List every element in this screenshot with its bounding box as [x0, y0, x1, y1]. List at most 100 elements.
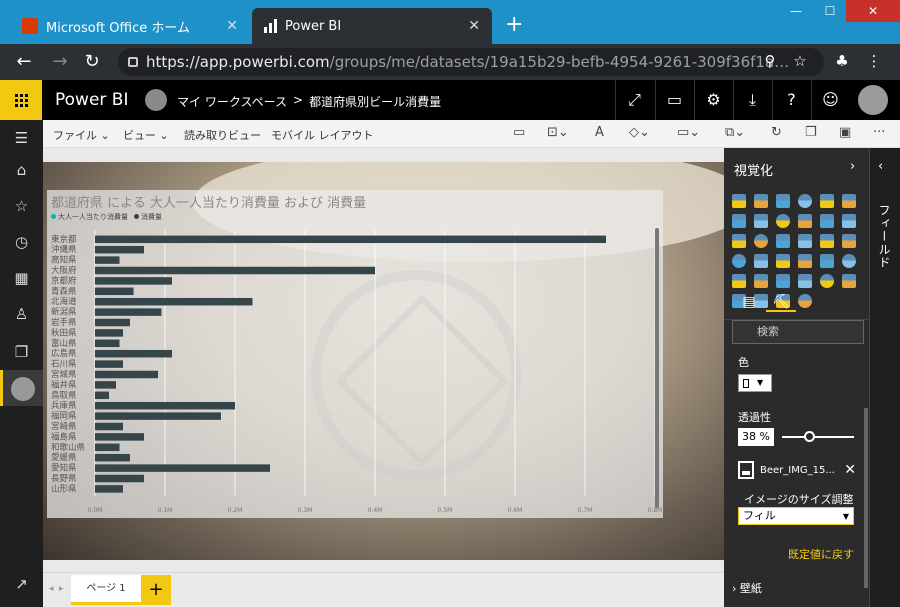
bar[interactable]	[95, 308, 162, 316]
visual-type-icon[interactable]	[732, 214, 746, 228]
bar[interactable]	[95, 412, 221, 420]
download-icon[interactable]: ⤓	[733, 80, 771, 120]
tab-close-icon[interactable]: ✕	[226, 18, 238, 34]
bar[interactable]	[95, 287, 134, 296]
comment-icon[interactable]: ▭	[655, 80, 693, 120]
extension-icon[interactable]: ♣	[832, 52, 852, 70]
bar[interactable]	[95, 277, 172, 285]
button-icon[interactable]: ▭⌄	[677, 125, 700, 140]
transparency-input[interactable]: 38 %	[738, 428, 774, 446]
nav-workspaces-icon[interactable]: ❐	[0, 334, 43, 370]
reading-view-button[interactable]: 読み取りビュー	[184, 127, 261, 143]
visual-type-icon[interactable]	[798, 274, 812, 288]
file-menu[interactable]: ファイル ⌄	[53, 127, 110, 143]
bar[interactable]	[95, 370, 158, 379]
collapse-pane-icon[interactable]: ›	[850, 159, 855, 174]
page-tab-1[interactable]: ページ 1	[71, 575, 141, 605]
close-window-button[interactable]: ✕	[846, 0, 900, 22]
bar[interactable]	[95, 433, 144, 441]
reload-button[interactable]: ↻	[80, 50, 104, 74]
visual-type-icon[interactable]	[842, 234, 856, 248]
remove-image-icon[interactable]: ✕	[844, 462, 856, 478]
bar[interactable]	[95, 381, 116, 389]
visual-type-icon[interactable]	[732, 194, 746, 208]
transparency-slider-handle[interactable]	[803, 431, 815, 442]
forward-button[interactable]: →	[48, 50, 72, 74]
bar[interactable]	[95, 422, 123, 431]
visual-type-icon[interactable]	[842, 194, 856, 208]
bar[interactable]	[95, 401, 235, 410]
visual-type-icon[interactable]	[798, 194, 812, 208]
nav-expand-icon[interactable]: ↗	[0, 566, 43, 602]
settings-gear-icon[interactable]: ⚙	[694, 80, 732, 120]
tab-office-home[interactable]: Microsoft Office ホーム ✕	[10, 8, 250, 44]
reset-default-link[interactable]: 既定値に戻す	[788, 546, 854, 562]
chart-scrollbar[interactable]	[655, 228, 659, 508]
feedback-smiley-icon[interactable]: ☺	[811, 80, 849, 120]
textbox-icon[interactable]: A	[595, 125, 604, 140]
brand-title[interactable]: Power BI	[55, 90, 128, 110]
minimize-button[interactable]: —	[778, 0, 814, 22]
visual-type-icon[interactable]	[754, 234, 768, 248]
visual-type-icon[interactable]	[776, 194, 790, 208]
bar[interactable]	[95, 256, 120, 264]
format-search-input[interactable]: 検索	[732, 320, 864, 344]
visual-type-icon[interactable]	[776, 254, 790, 268]
bar[interactable]	[95, 485, 123, 493]
user-avatar[interactable]	[858, 85, 888, 115]
bar[interactable]	[95, 453, 130, 462]
chrome-menu-icon[interactable]: ⋮	[864, 52, 884, 70]
expand-pane-icon[interactable]: ‹	[878, 159, 883, 174]
save-icon[interactable]: ▣	[839, 125, 851, 140]
bar[interactable]	[95, 245, 144, 254]
bar[interactable]	[95, 318, 130, 327]
nav-favorites-icon[interactable]: ☆	[0, 188, 43, 224]
more-options-icon[interactable]: ···	[873, 125, 885, 140]
wallpaper-section[interactable]: › 壁紙	[732, 580, 762, 596]
bar[interactable]	[95, 474, 144, 483]
bar[interactable]	[95, 329, 123, 337]
bar[interactable]	[95, 235, 606, 244]
visual-type-icon[interactable]	[842, 254, 856, 268]
visual-type-icon[interactable]	[732, 254, 746, 268]
bar[interactable]	[95, 360, 123, 368]
bar[interactable]	[95, 266, 375, 275]
tab-power-bi[interactable]: Power BI ✕	[252, 8, 492, 44]
fields-pane-collapsed[interactable]: ‹ フィールド	[869, 148, 900, 607]
help-icon[interactable]: ?	[772, 80, 810, 120]
new-tab-button[interactable]: +	[505, 14, 523, 36]
fullscreen-icon[interactable]: ⤢	[615, 80, 653, 120]
image-fit-select[interactable]: フィル ▼	[738, 507, 854, 525]
pane-scrollbar[interactable]	[864, 408, 868, 588]
visual-type-icon[interactable]	[842, 274, 856, 288]
page-next-icon[interactable]: ▸	[59, 584, 64, 594]
color-picker[interactable]: ▼	[738, 374, 772, 392]
app-launcher-button[interactable]	[0, 80, 42, 120]
mobile-layout-button[interactable]: モバイル レイアウト	[271, 127, 374, 143]
visual-type-icon[interactable]	[798, 214, 812, 228]
breadcrumb-workspace[interactable]: マイ ワークスペース	[177, 93, 287, 110]
ask-question-icon[interactable]: ⊡⌄	[547, 125, 569, 140]
duplicate-icon[interactable]: ❐	[805, 125, 817, 140]
nav-home-icon[interactable]: ⌂	[0, 152, 43, 188]
transparency-slider[interactable]	[782, 436, 854, 438]
refresh-icon[interactable]: ↻	[771, 125, 782, 140]
tab-close-icon[interactable]: ✕	[468, 18, 480, 34]
visual-type-icon[interactable]	[820, 214, 834, 228]
visual-type-icon[interactable]	[732, 274, 746, 288]
format-paint-roller-icon[interactable]: ⛏	[766, 294, 796, 312]
bar[interactable]	[95, 464, 270, 472]
nav-my-workspace[interactable]	[0, 370, 43, 406]
bar[interactable]	[95, 391, 109, 400]
visual-type-icon[interactable]	[754, 214, 768, 228]
visual-type-icon[interactable]	[820, 274, 834, 288]
visual-type-icon[interactable]	[820, 234, 834, 248]
fields-well-icon[interactable]: ▤	[734, 294, 764, 310]
bar[interactable]	[95, 339, 120, 348]
maximize-button[interactable]: ☐	[812, 0, 848, 22]
visual-type-icon[interactable]	[754, 194, 768, 208]
url-input[interactable]: https://app.powerbi.com/groups/me/datase…	[118, 48, 824, 76]
nav-collapse-icon[interactable]: ☰	[0, 120, 43, 156]
bar[interactable]	[95, 349, 172, 358]
visual-type-icon[interactable]	[754, 254, 768, 268]
